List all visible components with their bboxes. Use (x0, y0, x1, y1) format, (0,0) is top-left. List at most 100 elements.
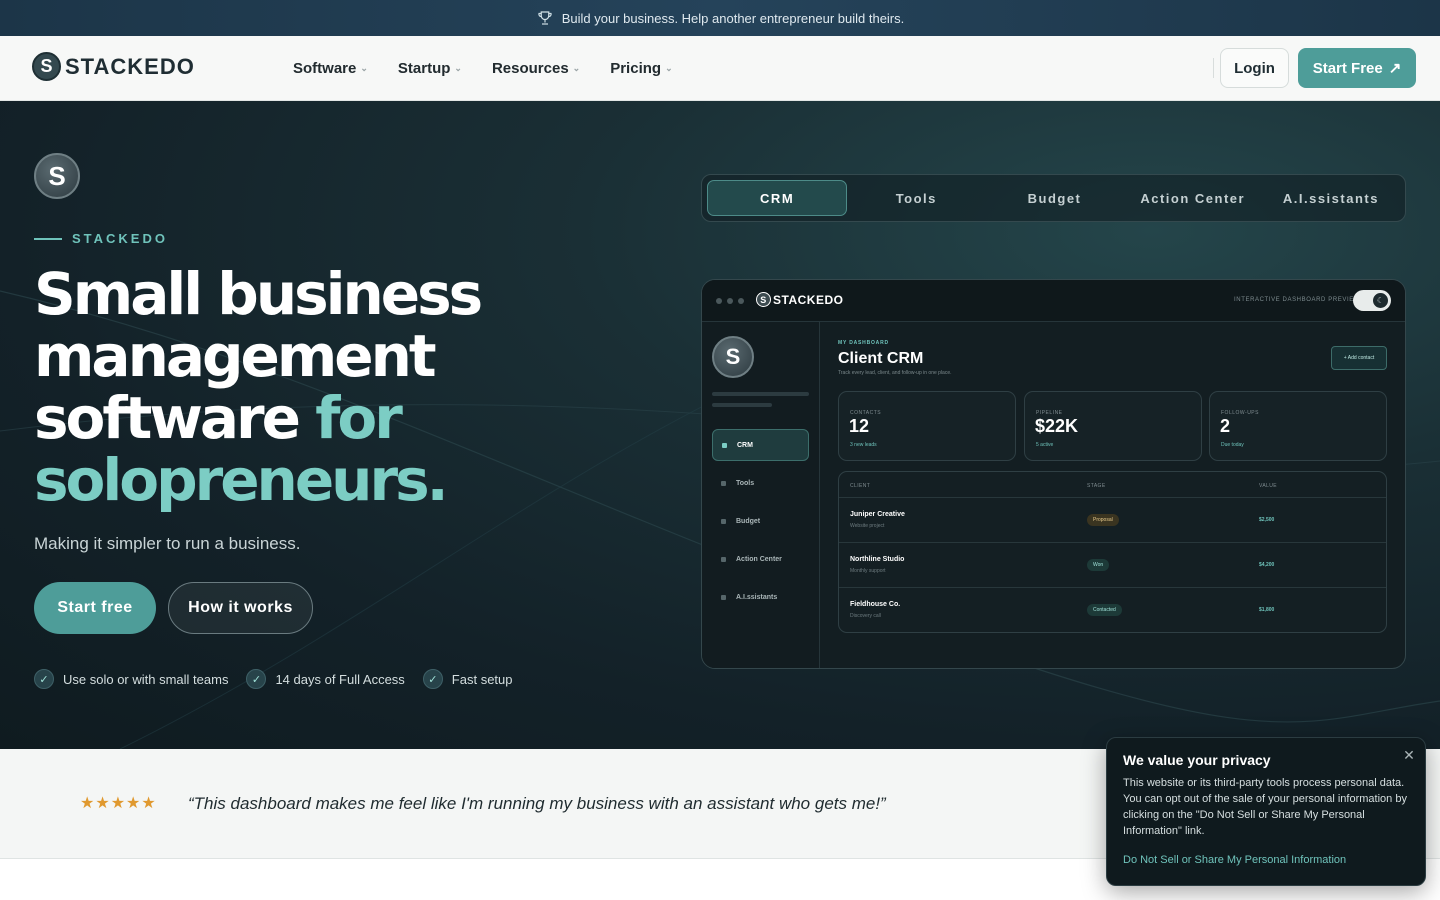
stat-note: 5 active (1036, 442, 1054, 448)
stat-value: 12 (849, 416, 870, 436)
sidebar-item-tools[interactable]: Tools (712, 467, 809, 499)
headline-main: Small business management software (34, 260, 483, 452)
dashboard-eyebrow: MY DASHBOARD (838, 340, 889, 346)
chevron-down-icon: ⌄ (360, 63, 368, 73)
stage-badge: Proposal (1087, 514, 1119, 526)
client-name: Juniper Creative (850, 511, 905, 518)
clients-table: CLIENT STAGE VALUE Juniper Creative Webs… (838, 471, 1387, 633)
bullet-icon (721, 594, 726, 600)
table-row[interactable]: Juniper Creative Website project Proposa… (839, 498, 1386, 543)
stat-card-follow-ups: FOLLOW-UPS 2 Due today (1209, 391, 1387, 461)
how-it-works-button[interactable]: How it works (168, 582, 313, 634)
nav-divider (1213, 58, 1214, 78)
login-button[interactable]: Login (1220, 48, 1289, 88)
close-icon[interactable]: ✕ (1401, 747, 1417, 763)
stage-badge: Won (1087, 559, 1110, 571)
chevron-down-icon: ⌄ (572, 63, 581, 73)
stat-card-contacts: CONTACTS 12 3 new leads (838, 391, 1016, 461)
brand-badge-icon: S (34, 153, 80, 199)
preview-label: INTERACTIVE DASHBOARD PREVIEW (1234, 297, 1361, 303)
bullet-icon (721, 518, 726, 524)
bullet-icon (721, 480, 726, 486)
sidebar-item-label: A.I.ssistants (736, 593, 778, 601)
nav-item-label: Software (293, 60, 357, 77)
nav-menu: Software ⌄ Startup ⌄ Resources ⌄ Pricing… (293, 36, 673, 101)
client-value: $1,800 (1259, 607, 1275, 613)
check-label: Fast setup (451, 671, 513, 687)
brand-logo[interactable]: S STACKEDO (32, 52, 195, 81)
announcement-bar: Build your business. Help another entrep… (0, 0, 1440, 36)
window-dot (738, 298, 744, 304)
tab-tools[interactable]: Tools (847, 180, 985, 216)
start-free-cta[interactable]: Start free (34, 582, 156, 634)
feature-checklist: ✓ Use solo or with small teams ✓ 14 days… (34, 669, 513, 689)
tab-crm[interactable]: CRM (707, 180, 848, 216)
stat-note: 3 new leads (850, 442, 877, 448)
headline-accent-solopreneurs: solopreneurs. (34, 446, 449, 514)
dashboard-brand: STACKEDO (773, 292, 844, 307)
dashboard-main: MY DASHBOARD Client CRM Track every lead… (820, 322, 1405, 668)
check-icon: ✓ (34, 669, 54, 689)
dashboard-subtitle: Track every lead, client, and follow-up … (838, 370, 952, 376)
nav-item-label: Startup (397, 60, 451, 77)
privacy-body: This website or its third-party tools pr… (1123, 777, 1407, 837)
client-name: Fieldhouse Co. (850, 601, 901, 608)
hero-eyebrow: STACKEDO (34, 231, 168, 246)
stage-badge: Contacted (1087, 604, 1122, 616)
check-icon: ✓ (246, 669, 267, 689)
eyebrow-text: STACKEDO (72, 231, 168, 246)
hero-headline: Small business management software for s… (34, 263, 594, 511)
client-project: Discovery call (850, 613, 881, 619)
nav-item-resources[interactable]: Resources ⌄ (492, 60, 580, 77)
check-label: 14 days of Full Access (275, 671, 405, 687)
do-not-sell-link[interactable]: Do Not Sell or Share My Personal Informa… (1123, 854, 1346, 866)
sidebar-item-label: Budget (736, 517, 761, 525)
client-name: Northline Studio (850, 556, 905, 563)
sidebar-item-aissistants[interactable]: A.I.ssistants (712, 581, 809, 613)
bullet-icon (722, 442, 727, 448)
nav-item-label: Pricing (610, 60, 662, 77)
testimonial-quote: “This dashboard makes me feel like I'm r… (188, 794, 886, 813)
tab-aissistants[interactable]: A.I.ssistants (1262, 180, 1400, 216)
brand-name: STACKEDO (65, 53, 195, 79)
privacy-title: We value your privacy (1123, 752, 1271, 768)
sidebar-item-crm[interactable]: CRM (712, 429, 809, 461)
nav-item-startup[interactable]: Startup ⌄ (398, 60, 462, 77)
nav-item-pricing[interactable]: Pricing ⌄ (610, 60, 672, 77)
check-icon: ✓ (422, 669, 443, 689)
sidebar-item-budget[interactable]: Budget (712, 505, 809, 537)
table-row[interactable]: Fieldhouse Co. Discovery call Contacted … (839, 588, 1386, 632)
moon-icon: ☾ (1373, 293, 1388, 308)
client-value: $4,200 (1259, 562, 1275, 568)
dashboard-preview: S STACKEDO INTERACTIVE DASHBOARD PREVIEW… (701, 279, 1406, 669)
nav-item-software[interactable]: Software ⌄ (293, 60, 368, 77)
theme-toggle[interactable]: ☾ (1353, 290, 1391, 311)
table-row[interactable]: Northline Studio Monthly support Won $4,… (839, 543, 1386, 588)
check-label: Use solo or with small teams (63, 671, 229, 687)
client-project: Website project (850, 523, 885, 529)
dashboard-sidebar: S CRM Tools Budget Action Center A.I.ssi… (702, 322, 820, 668)
tab-budget[interactable]: Budget (985, 180, 1123, 216)
check-item: ✓ Fast setup (422, 669, 513, 689)
dashboard-title: Client CRM (838, 350, 924, 367)
sidebar-item-label: CRM (737, 441, 753, 449)
tab-action-center[interactable]: Action Center (1124, 180, 1262, 216)
hero-subhead: Making it simpler to run a business. (34, 534, 301, 553)
client-project: Monthly support (850, 568, 886, 574)
add-contact-button[interactable]: + Add contact (1331, 346, 1387, 370)
feature-tabs: CRM Tools Budget Action Center A.I.ssist… (701, 174, 1406, 222)
announcement-text: Build your business. Help another entrep… (561, 10, 905, 26)
window-dot (716, 298, 722, 304)
dashboard-topbar: S STACKEDO INTERACTIVE DASHBOARD PREVIEW… (702, 280, 1405, 322)
window-dot (727, 298, 733, 304)
eyebrow-line (34, 237, 62, 240)
arrow-up-right-icon: ↗ (1388, 60, 1402, 77)
sidebar-item-action-center[interactable]: Action Center (712, 543, 809, 575)
column-header-stage: STAGE (1087, 483, 1106, 489)
check-item: ✓ 14 days of Full Access (246, 669, 405, 689)
sidebar-item-label: Action Center (736, 555, 782, 563)
start-free-button[interactable]: Start Free ↗ (1298, 48, 1416, 88)
nav-item-label: Resources (491, 60, 569, 77)
dashboard-logo: S STACKEDO (756, 292, 843, 307)
star-rating-icon: ★★★★★ (80, 795, 157, 812)
